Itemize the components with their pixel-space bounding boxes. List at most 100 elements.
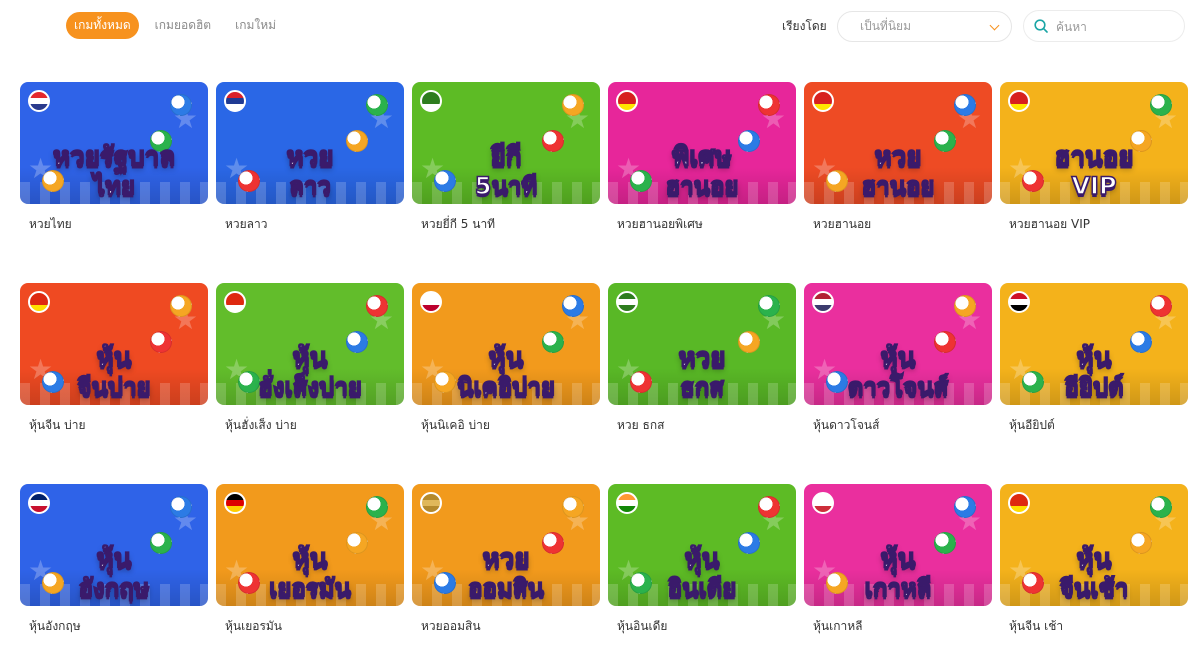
usa-flag-icon	[812, 291, 834, 313]
vietnam-flag-icon	[1008, 90, 1030, 112]
lottery-ball-icon	[1150, 94, 1172, 116]
game-card[interactable]: ★ ★ หวย ออมสินหวยออมสิน	[412, 484, 600, 634]
game-card[interactable]: ★ ★ หุ้น อียิปต์หุ้นอียิปต์	[1000, 283, 1188, 433]
game-label[interactable]: หวยฮานอยพิเศษ	[608, 216, 796, 232]
game-label[interactable]: หุ้นนิเคอิ บ่าย	[412, 417, 600, 433]
game-thumbnail[interactable]: ★ ★ ยีกี 5นาที	[412, 82, 600, 204]
game-card[interactable]: ★ ★ หุ้น นิเคอิบ่ายหุ้นนิเคอิ บ่าย	[412, 283, 600, 433]
lottery-ball-icon	[170, 295, 192, 317]
lottery-ball-icon	[562, 496, 584, 518]
game-label[interactable]: หุ้นจีน เช้า	[1000, 618, 1188, 634]
game-card[interactable]: ★ ★ หุ้น เกาหลี หุ้นเกาหลี	[804, 484, 992, 634]
lottery-ball-icon	[366, 496, 388, 518]
game-thumbnail[interactable]: ★ ★ หุ้น เยอรมัน	[216, 484, 404, 606]
thumbnail-title-line2: ฮานอย	[861, 172, 936, 200]
game-label[interactable]: หวยฮานอย VIP	[1000, 216, 1188, 232]
game-card[interactable]: ★ ★ หุ้น อินเดียหุ้นอินเดีย	[608, 484, 796, 634]
laos-flag-icon	[224, 90, 246, 112]
game-card[interactable]: ★ ★ ฮานอย VIP หวยฮานอย VIP	[1000, 82, 1188, 232]
lottery-ball-icon	[366, 295, 388, 317]
thumbnail-title-line1: หุ้น	[488, 343, 524, 373]
germany-flag-icon	[224, 492, 246, 514]
chevron-down-icon	[989, 20, 1000, 31]
game-thumbnail[interactable]: ★ ★ หุ้น ดาวโจนส์	[804, 283, 992, 405]
game-thumbnail[interactable]: ★ ★ ฮานอย VIP	[1000, 82, 1188, 204]
game-card[interactable]: ★ ★ พิเศษ ฮานอยหวยฮานอยพิเศษ	[608, 82, 796, 232]
game-card[interactable]: ★ ★ หวย ธกสหวย ธกส	[608, 283, 796, 433]
sort-selected-value: เป็นที่นิยม	[860, 19, 911, 33]
game-label[interactable]: หวยยี่กี 5 นาที	[412, 216, 600, 232]
japan-flag-icon	[420, 291, 442, 313]
hongkong-flag-icon	[224, 291, 246, 313]
thumbnail-title-line1: หุ้น	[96, 343, 132, 373]
game-card[interactable]: ★ ★ หุ้น จีนเช้าหุ้นจีน เช้า	[1000, 484, 1188, 634]
game-card[interactable]: ★ ★ หุ้น จีนบ่ายหุ้นจีน บ่าย	[20, 283, 208, 433]
thumbnail-title-line2: 5นาที	[474, 172, 538, 200]
game-card[interactable]: ★ ★ หวยรัฐบาล ไทยหวยไทย	[20, 82, 208, 232]
lottery-ball-icon	[758, 94, 780, 116]
game-card[interactable]: ★ ★ ยีกี 5นาทีหวยยี่กี 5 นาที	[412, 82, 600, 232]
game-label[interactable]: หุ้นอียิปต์	[1000, 417, 1188, 433]
game-label[interactable]: หุ้นอินเดีย	[608, 618, 796, 634]
game-label[interactable]: หวยลาว	[216, 216, 404, 232]
game-label[interactable]: หวย ธกส	[608, 417, 796, 433]
sort-select[interactable]: เป็นที่นิยม	[837, 11, 1012, 42]
thumbnail-title-line1: หุ้น	[880, 544, 916, 574]
thumbnail-title-line1: หุ้น	[880, 343, 916, 373]
game-thumbnail[interactable]: ★ ★ หวย ธกส	[608, 283, 796, 405]
sort-label: เรียงโดย	[782, 19, 827, 33]
game-card[interactable]: ★ ★ หวย ลาว หวยลาว	[216, 82, 404, 232]
game-thumbnail[interactable]: ★ ★ หวย ลาว	[216, 82, 404, 204]
thumbnail-title-line2: จีนเช้า	[1059, 574, 1129, 602]
search-input[interactable]	[1056, 17, 1176, 37]
thumbnail-title-line1: หุ้น	[1076, 343, 1112, 373]
game-thumbnail[interactable]: ★ ★ หุ้น เกาหลี	[804, 484, 992, 606]
search-box	[1023, 10, 1185, 42]
game-label[interactable]: หุ้นเกาหลี	[804, 618, 992, 634]
game-thumbnail[interactable]: ★ ★ หุ้น นิเคอิบ่าย	[412, 283, 600, 405]
lottery-ball-icon	[1150, 496, 1172, 518]
game-card[interactable]: ★ ★ หุ้น เยอรมันหุ้นเยอรมัน	[216, 484, 404, 634]
game-thumbnail[interactable]: ★ ★ หุ้น จีนบ่าย	[20, 283, 208, 405]
uk-flag-icon	[28, 492, 50, 514]
game-label[interactable]: หุ้นอังกฤษ	[20, 618, 208, 634]
tab-popular-games[interactable]: เกมยอดฮิต	[147, 12, 219, 39]
thumbnail-title-line2: เยอรมัน	[268, 574, 351, 602]
thumbnail-title-line2: นิเคอิบ่าย	[456, 373, 555, 401]
china-flag-icon	[28, 291, 50, 313]
game-label[interactable]: หวยฮานอย	[804, 216, 992, 232]
thumbnail-title-line2: เกาหลี	[864, 574, 932, 602]
thumbnail-title-line1: หวย	[874, 142, 922, 172]
game-card[interactable]: ★ ★ หวย ฮานอย หวยฮานอย	[804, 82, 992, 232]
thumbnail-title-line2: จีนบ่าย	[77, 373, 152, 401]
tab-all-games[interactable]: เกมทั้งหมด	[66, 12, 139, 39]
top-bar: เกมทั้งหมด เกมยอดฮิต เกมใหม่ เรียงโดย เป…	[0, 0, 1200, 52]
game-card[interactable]: ★ ★ หุ้น อังกฤษหุ้นอังกฤษ	[20, 484, 208, 634]
game-thumbnail[interactable]: ★ ★ พิเศษ ฮานอย	[608, 82, 796, 204]
search-icon	[1034, 19, 1048, 33]
lottery-ball-icon	[170, 496, 192, 518]
game-label[interactable]: หวยไทย	[20, 216, 208, 232]
game-thumbnail[interactable]: ★ ★ หุ้น อังกฤษ	[20, 484, 208, 606]
game-thumbnail[interactable]: ★ ★ หวย ฮานอย	[804, 82, 992, 204]
game-thumbnail[interactable]: ★ ★ หุ้น อินเดีย	[608, 484, 796, 606]
game-label[interactable]: หวยออมสิน	[412, 618, 600, 634]
game-thumbnail[interactable]: ★ ★ หุ้น จีนเช้า	[1000, 484, 1188, 606]
game-label[interactable]: หุ้นเยอรมัน	[216, 618, 404, 634]
lottery-ball-icon	[562, 94, 584, 116]
egypt-flag-icon	[1008, 291, 1030, 313]
game-label[interactable]: หุ้นดาวโจนส์	[804, 417, 992, 433]
tab-new-games[interactable]: เกมใหม่	[227, 12, 284, 39]
thumbnail-title-line1: หวย	[286, 142, 334, 172]
game-thumbnail[interactable]: ★ ★ หุ้น อียิปต์	[1000, 283, 1188, 405]
vietnam-flag-icon	[812, 90, 834, 112]
game-thumbnail[interactable]: ★ ★ หุ้น ฮั่งเส็งบ่าย	[216, 283, 404, 405]
game-thumbnail[interactable]: ★ ★ หวยรัฐบาล ไทย	[20, 82, 208, 204]
game-label[interactable]: หุ้นฮั่งเส็ง บ่าย	[216, 417, 404, 433]
game-card[interactable]: ★ ★ หุ้น ดาวโจนส์หุ้นดาวโจนส์	[804, 283, 992, 433]
thumbnail-title-line2: ลาว	[288, 172, 331, 200]
game-card[interactable]: ★ ★ หุ้น ฮั่งเส็งบ่ายหุ้นฮั่งเส็ง บ่าย	[216, 283, 404, 433]
game-thumbnail[interactable]: ★ ★ หวย ออมสิน	[412, 484, 600, 606]
thumbnail-title-line2: ไทย	[92, 172, 135, 200]
game-label[interactable]: หุ้นจีน บ่าย	[20, 417, 208, 433]
